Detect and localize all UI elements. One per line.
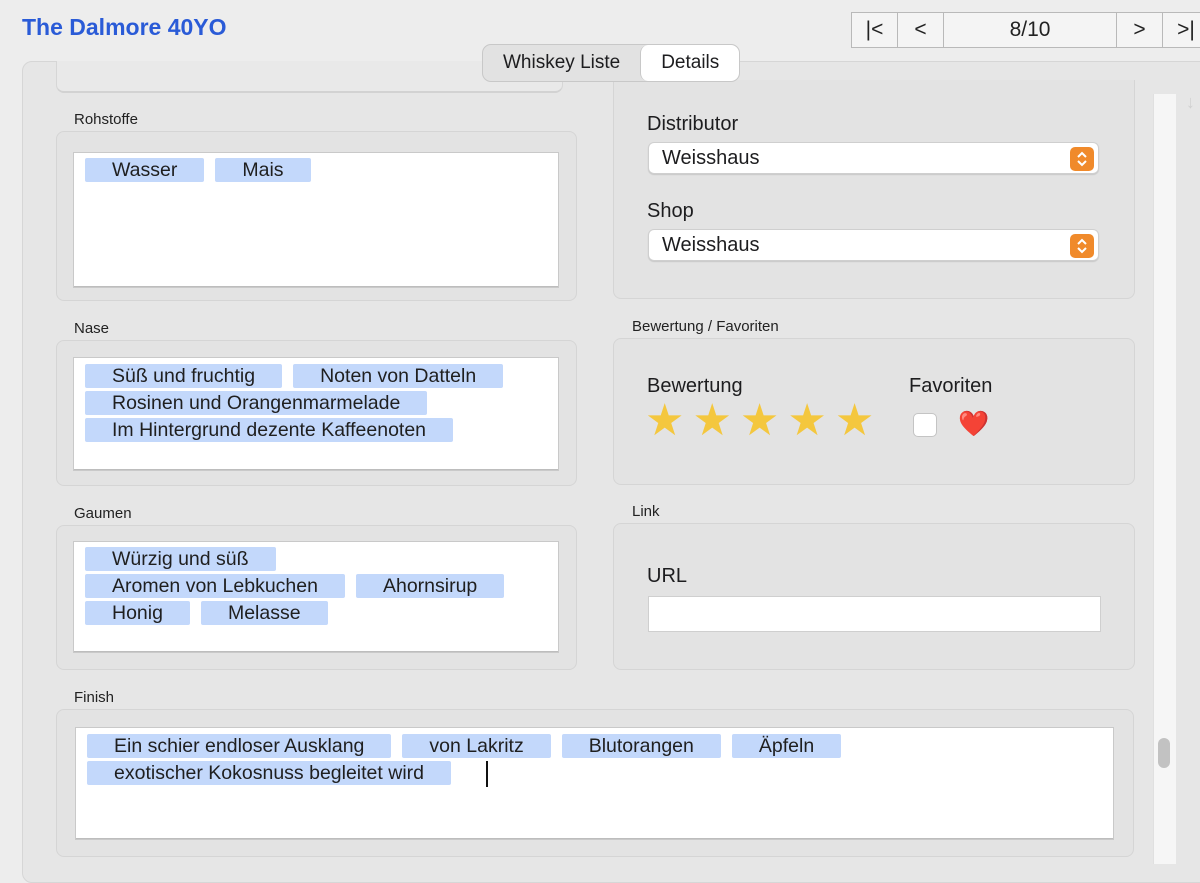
star-icon[interactable]: ★ xyxy=(787,399,826,443)
tag-line: exotischer Kokosnuss begleitet wird xyxy=(87,761,451,785)
tag-line: Rosinen und Orangenmarmelade xyxy=(85,391,428,415)
tag-line: Ein schier endloser Ausklang von Lakritz… xyxy=(87,734,842,758)
first-record-button[interactable]: |< xyxy=(852,13,898,47)
record-position: 8/10 xyxy=(944,13,1117,47)
gaumen-token-field[interactable]: Würzig und süß Aromen von Lebkuchen Ahor… xyxy=(73,541,559,653)
tag[interactable]: Würzig und süß xyxy=(85,547,276,571)
tag[interactable]: Melasse xyxy=(200,601,328,625)
tab-whiskey-liste[interactable]: Whiskey Liste xyxy=(483,45,640,81)
nase-token-field[interactable]: Süß und fruchtig Noten von Datteln Rosin… xyxy=(73,357,559,471)
rating-label: Bewertung xyxy=(647,375,743,397)
tag[interactable]: Wasser xyxy=(85,158,205,182)
distributor-label: Distributor xyxy=(647,113,739,135)
tag[interactable]: Ein schier endloser Ausklang xyxy=(87,734,392,758)
tag[interactable]: Honig xyxy=(85,601,190,625)
rohstoffe-token-field[interactable]: Wasser Mais xyxy=(73,152,559,288)
finish-token-field[interactable]: Ein schier endloser Ausklang von Lakritz… xyxy=(75,727,1114,840)
finish-label: Finish xyxy=(74,689,115,706)
star-rating[interactable]: ★ ★ ★ ★ ★ xyxy=(645,399,874,443)
tag[interactable]: Blutorangen xyxy=(561,734,721,758)
shop-label: Shop xyxy=(647,200,694,222)
url-label: URL xyxy=(647,565,688,587)
distributor-select[interactable]: Weisshaus xyxy=(648,142,1099,174)
scrollbar-thumb[interactable] xyxy=(1158,738,1170,768)
favorites-label: Favoriten xyxy=(909,375,993,397)
tag[interactable]: exotischer Kokosnuss begleitet wird xyxy=(87,761,451,785)
shop-select[interactable]: Weisshaus xyxy=(648,229,1099,261)
next-record-button[interactable]: > xyxy=(1117,13,1163,47)
star-icon[interactable]: ★ xyxy=(692,399,731,443)
url-input[interactable] xyxy=(648,596,1101,632)
tag-line: Im Hintergrund dezente Kaffeenoten xyxy=(85,418,454,442)
star-icon[interactable]: ★ xyxy=(645,399,684,443)
tab-details[interactable]: Details xyxy=(640,45,740,81)
star-icon[interactable]: ★ xyxy=(835,399,874,443)
arrow-down-icon: ↓ xyxy=(1186,92,1195,112)
gaumen-label: Gaumen xyxy=(74,505,132,522)
link-section-label: Link xyxy=(632,503,660,520)
star-icon[interactable]: ★ xyxy=(740,399,779,443)
tag[interactable]: von Lakritz xyxy=(402,734,551,758)
last-record-button[interactable]: >| xyxy=(1163,13,1200,47)
rohstoffe-label: Rohstoffe xyxy=(74,111,138,128)
distributor-value: Weisshaus xyxy=(662,146,760,169)
favorite-checkbox[interactable] xyxy=(913,413,937,437)
previous-record-button[interactable]: < xyxy=(898,13,944,47)
tag-line: Wasser Mais xyxy=(85,158,311,182)
tag-line: Süß und fruchtig Noten von Datteln xyxy=(85,364,504,388)
tag[interactable]: Rosinen und Orangenmarmelade xyxy=(85,391,428,415)
tag[interactable]: Süß und fruchtig xyxy=(85,364,283,388)
tag[interactable]: Aromen von Lebkuchen xyxy=(85,574,345,598)
record-title: The Dalmore 40YO xyxy=(22,14,227,40)
chevron-up-down-icon xyxy=(1070,234,1094,258)
tag[interactable]: Äpfeln xyxy=(731,734,842,758)
text-cursor xyxy=(486,761,488,787)
tag-line: Würzig und süß xyxy=(85,547,276,571)
tag-line: Honig Melasse xyxy=(85,601,328,625)
tag[interactable]: Ahornsirup xyxy=(355,574,505,598)
tag[interactable]: Noten von Datteln xyxy=(293,364,504,388)
nase-label: Nase xyxy=(74,320,110,337)
rating-section-label: Bewertung / Favoriten xyxy=(632,318,779,335)
shop-value: Weisshaus xyxy=(662,233,760,256)
chevron-up-down-icon xyxy=(1070,147,1094,171)
record-navigator: |< < 8/10 > >| xyxy=(851,12,1200,48)
view-tabs: Whiskey Liste Details xyxy=(482,44,741,82)
tag-line: Aromen von Lebkuchen Ahornsirup xyxy=(85,574,505,598)
heart-icon: ❤️ xyxy=(958,410,990,438)
tag[interactable]: Im Hintergrund dezente Kaffeenoten xyxy=(85,418,454,442)
tag[interactable]: Mais xyxy=(215,158,311,182)
